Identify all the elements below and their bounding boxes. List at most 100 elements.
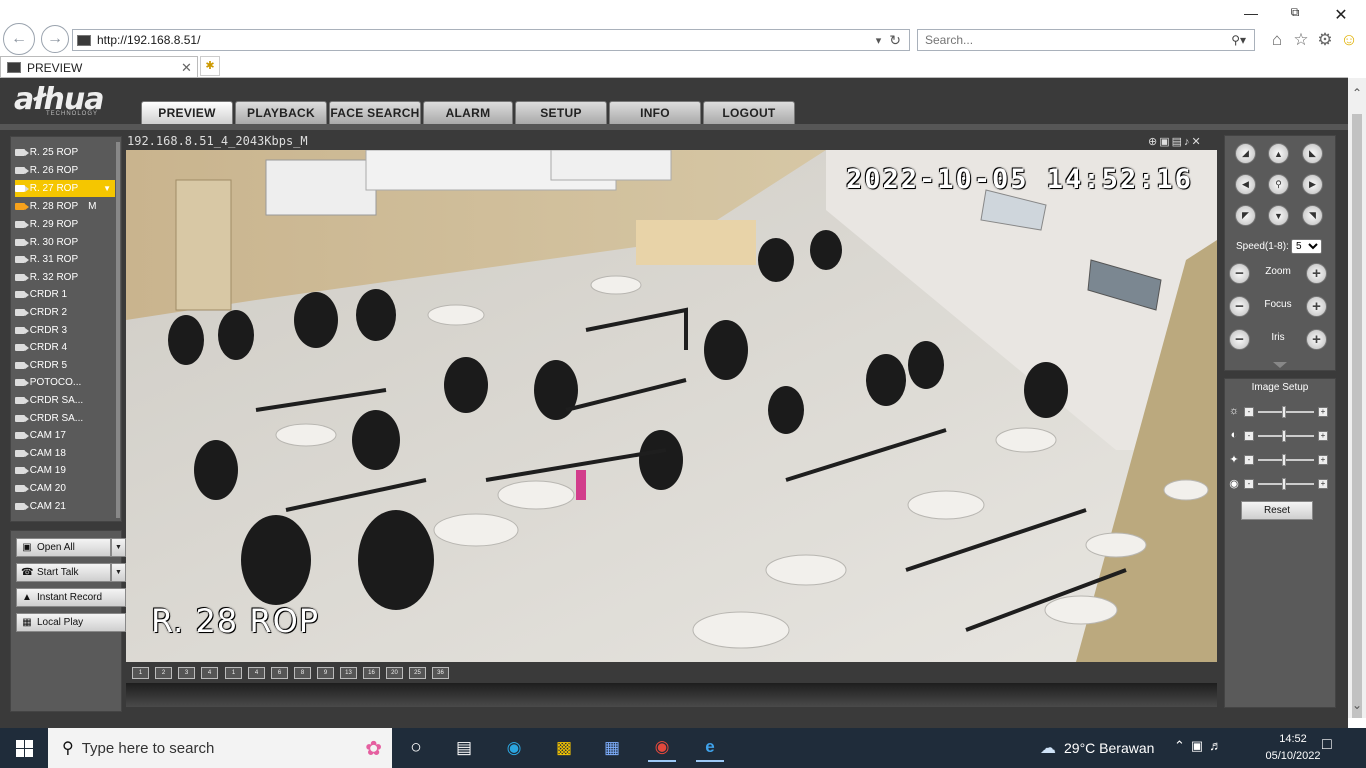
split-button[interactable]: 1 (132, 667, 149, 679)
refresh-icon[interactable]: ↻ (889, 32, 901, 49)
ptz-left-button[interactable]: ◀ (1235, 174, 1256, 195)
camera-item[interactable]: CAM 20 (15, 480, 115, 497)
camera-icon[interactable]: ▤ (1172, 136, 1184, 148)
camera-item-selected[interactable]: R. 27 ROP ▼ (15, 180, 115, 197)
scroll-down-icon[interactable]: ⌄ (1348, 698, 1366, 712)
camera-item[interactable]: CRDR 5 (15, 357, 115, 374)
ptz-right-button[interactable]: ▶ (1302, 174, 1323, 195)
camera-item[interactable]: R. 31 ROP (15, 251, 115, 268)
hue-thumb[interactable] (1282, 478, 1286, 490)
scroll-thumb[interactable] (1352, 114, 1362, 718)
tab-info[interactable]: INFO (609, 101, 701, 125)
split-button[interactable]: 6 (271, 667, 288, 679)
split-button[interactable]: 4 (201, 667, 218, 679)
ptz-down-right-button[interactable]: ◥ (1302, 205, 1323, 226)
zoom-in-icon[interactable]: ⊕ (1148, 136, 1159, 148)
split-button[interactable]: 13 (340, 667, 357, 679)
ptz-down-left-button[interactable]: ◤ (1235, 205, 1256, 226)
split-button[interactable]: 20 (386, 667, 403, 679)
camera-item[interactable]: CRDR SA... (15, 392, 115, 409)
tab-alarm[interactable]: ALARM (423, 101, 513, 125)
new-tab-icon[interactable]: ✱ (200, 56, 220, 76)
start-talk-button[interactable]: ☎ Start Talk (16, 563, 111, 582)
browser-tab[interactable]: PREVIEW ✕ (0, 56, 198, 78)
snapshot-icon[interactable]: ▣ (1159, 136, 1171, 148)
split-button[interactable]: 16 (363, 667, 380, 679)
notification-icon[interactable]: □ (1322, 736, 1332, 754)
browser-search-input[interactable] (925, 33, 1232, 47)
tab-setup[interactable]: SETUP (515, 101, 607, 125)
contrast-plus[interactable]: + (1318, 431, 1328, 441)
camera-item[interactable]: CRDR 2 (15, 304, 115, 321)
split-button[interactable]: 8 (294, 667, 311, 679)
split-button[interactable]: 9 (317, 667, 334, 679)
camera-item[interactable]: R. 25 ROP (15, 144, 115, 161)
back-button[interactable]: ← (3, 23, 35, 55)
restore-icon[interactable]: ⧉ (1280, 5, 1310, 20)
internet-explorer-icon[interactable]: e (696, 734, 724, 762)
camera-item[interactable]: CAM 19 (15, 462, 115, 479)
split-button[interactable]: 1 (225, 667, 242, 679)
task-view-icon[interactable]: ▤ (450, 734, 478, 762)
gear-icon[interactable]: ⚙ (1314, 30, 1336, 50)
chrome-icon[interactable]: ◉ (648, 734, 676, 762)
brightness-minus[interactable]: - (1244, 407, 1254, 417)
tab-face-search[interactable]: FACE SEARCH (329, 101, 421, 125)
page-scrollbar[interactable]: ⌃ ⌄ (1348, 78, 1366, 718)
file-explorer-icon[interactable]: ▩ (550, 734, 578, 762)
browser-search[interactable]: ⚲▾ (917, 29, 1255, 51)
camera-item[interactable]: R. 30 ROP (15, 234, 115, 251)
camera-list-scrollbar[interactable] (116, 142, 120, 518)
search-icon[interactable]: ⚲▾ (1231, 33, 1246, 47)
close-tab-icon[interactable]: ✕ (181, 60, 197, 76)
ptz-up-right-button[interactable]: ◣ (1302, 143, 1323, 164)
audio-icon[interactable]: ♪ (1184, 136, 1192, 148)
chevron-up-icon[interactable]: ⌃ (1174, 738, 1191, 753)
ptz-up-button[interactable]: ▲ (1268, 143, 1289, 164)
network-icon[interactable]: ▣ (1191, 738, 1209, 753)
contrast-minus[interactable]: - (1244, 431, 1254, 441)
open-all-dropdown[interactable]: ▼ (111, 538, 126, 557)
contrast-track[interactable] (1258, 435, 1314, 437)
split-button[interactable]: 2 (155, 667, 172, 679)
zoom-out-button[interactable]: − (1229, 263, 1250, 284)
weather-widget[interactable]: ☁ 29°C Berawan (1040, 738, 1154, 758)
split-button[interactable]: 3 (178, 667, 195, 679)
camera-item[interactable]: CAM 17 (15, 427, 115, 444)
home-icon[interactable]: ⌂ (1266, 30, 1288, 50)
collapse-arrow-icon[interactable] (1273, 362, 1287, 368)
close-window-icon[interactable]: ✕ (1326, 5, 1356, 25)
tab-logout[interactable]: LOGOUT (703, 101, 795, 125)
forward-button[interactable]: → (41, 25, 69, 53)
taskbar-search-placeholder[interactable]: Type here to search (82, 740, 366, 757)
instant-record-button[interactable]: ▲ Instant Record (16, 588, 126, 607)
address-url[interactable]: http://192.168.8.51/ (97, 33, 876, 47)
start-button[interactable] (0, 728, 48, 768)
contrast-thumb[interactable] (1282, 430, 1286, 442)
hue-track[interactable] (1258, 483, 1314, 485)
brightness-track[interactable] (1258, 411, 1314, 413)
tab-playback[interactable]: PLAYBACK (235, 101, 327, 125)
close-video-icon[interactable]: ✕ (1192, 136, 1203, 148)
camera-item[interactable]: CRDR 3 (15, 322, 115, 339)
camera-item[interactable]: CRDR SA... (15, 410, 115, 427)
focus-plus-button[interactable]: + (1306, 296, 1327, 317)
local-play-button[interactable]: ▦ Local Play (16, 613, 126, 632)
camera-item[interactable]: CRDR 4 (15, 339, 115, 356)
system-clock[interactable]: 14:52 05/10/2022 (1258, 731, 1328, 765)
volume-icon[interactable]: ♬ (1209, 738, 1228, 753)
brightness-thumb[interactable] (1282, 406, 1286, 418)
camera-item-open[interactable]: R. 28 ROP M (15, 198, 115, 215)
split-button[interactable]: 36 (432, 667, 449, 679)
store-icon[interactable]: ▦ (598, 734, 626, 762)
saturation-plus[interactable]: + (1318, 455, 1328, 465)
brightness-plus[interactable]: + (1318, 407, 1328, 417)
camera-item[interactable]: POTOCO... (15, 374, 115, 391)
saturation-thumb[interactable] (1282, 454, 1286, 466)
camera-item[interactable]: CRDR 1 (15, 286, 115, 303)
ptz-down-button[interactable]: ▼ (1268, 205, 1289, 226)
speed-select[interactable]: 1 2 3 4 5 6 7 8 (1291, 239, 1322, 254)
dropdown-arrow-icon[interactable]: ▾ (876, 34, 882, 47)
minimize-icon[interactable]: — (1236, 5, 1266, 21)
tab-preview[interactable]: PREVIEW (141, 101, 233, 125)
